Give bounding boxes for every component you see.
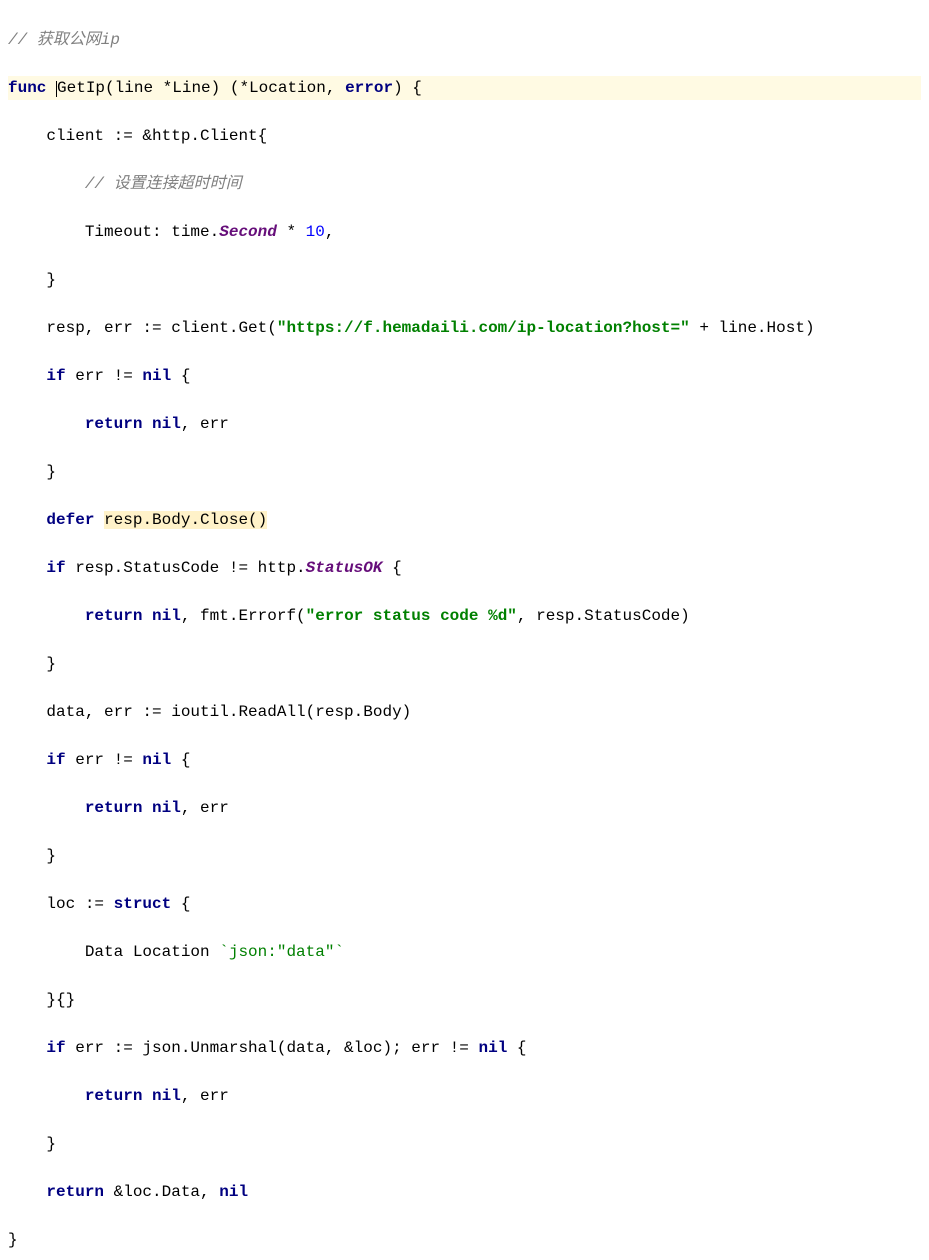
keyword-nil: nil <box>478 1039 507 1057</box>
keyword-nil: nil <box>219 1183 248 1201</box>
code-text: , fmt.Errorf( <box>181 607 306 625</box>
code-text: ) { <box>393 79 422 97</box>
code-line: defer resp.Body.Close() <box>8 508 921 532</box>
code-text: , resp.StatusCode) <box>517 607 690 625</box>
code-text: { <box>507 1039 526 1057</box>
code-text: client := &http.Client{ <box>8 127 267 145</box>
code-line: } <box>8 1132 921 1156</box>
code-line: if err != nil { <box>8 364 921 388</box>
keyword-struct: struct <box>114 895 172 913</box>
keyword-return: return <box>8 607 142 625</box>
code-text: { <box>382 559 401 577</box>
code-line: data, err := ioutil.ReadAll(resp.Body) <box>8 700 921 724</box>
code-line: if err != nil { <box>8 748 921 772</box>
keyword-func: func <box>8 79 46 97</box>
code-line: } <box>8 652 921 676</box>
keyword-if: if <box>8 367 66 385</box>
code-line: } <box>8 1228 921 1252</box>
code-text: { <box>171 895 190 913</box>
code-text: } <box>8 847 56 865</box>
code-line: return nil, err <box>8 796 921 820</box>
code-line: // 设置连接超时时间 <box>8 172 921 196</box>
code-text: err != <box>66 367 143 385</box>
code-text: } <box>8 1135 56 1153</box>
keyword-nil: nil <box>142 415 180 433</box>
code-line: } <box>8 268 921 292</box>
code-line-current: func GetIp(line *Line) (*Location, error… <box>8 76 921 100</box>
keyword-return: return <box>8 1087 142 1105</box>
keyword-nil: nil <box>142 1087 180 1105</box>
code-text: err := json.Unmarshal(data, &loc); err !… <box>66 1039 479 1057</box>
code-text: (line *Line) (*Location, <box>105 79 345 97</box>
code-line: resp, err := client.Get("https://f.hemad… <box>8 316 921 340</box>
keyword-defer: defer <box>8 511 94 529</box>
keyword-return: return <box>8 799 142 817</box>
keyword-nil: nil <box>142 607 180 625</box>
code-text: + line.Host) <box>690 319 815 337</box>
code-text: } <box>8 463 56 481</box>
code-text: &loc.Data, <box>104 1183 219 1201</box>
code-text: , err <box>181 799 229 817</box>
keyword-nil: nil <box>142 751 171 769</box>
code-text: Data Location <box>8 943 219 961</box>
code-line: loc := struct { <box>8 892 921 916</box>
code-text: } <box>8 271 56 289</box>
code-text: } <box>8 1231 18 1249</box>
code-text: * <box>277 223 306 241</box>
keyword-if: if <box>8 1039 66 1057</box>
code-text: , <box>325 223 335 241</box>
code-text: }{} <box>8 991 75 1009</box>
code-line: // 获取公网ip <box>8 28 921 52</box>
code-text: , err <box>181 415 229 433</box>
ident-second: Second <box>219 223 277 241</box>
code-text: resp, err := client.Get( <box>8 319 277 337</box>
code-line: if resp.StatusCode != http.StatusOK { <box>8 556 921 580</box>
code-text: , err <box>181 1087 229 1105</box>
code-line: Timeout: time.Second * 10, <box>8 220 921 244</box>
code-line: return &loc.Data, nil <box>8 1180 921 1204</box>
comment: // 设置连接超时时间 <box>8 175 242 193</box>
highlighted-call: resp.Body.Close() <box>104 511 267 529</box>
code-line: if err := json.Unmarshal(data, &loc); er… <box>8 1036 921 1060</box>
code-line: } <box>8 844 921 868</box>
code-text: Timeout: time. <box>8 223 219 241</box>
keyword-return: return <box>8 415 142 433</box>
code-line: } <box>8 460 921 484</box>
code-line: Data Location `json:"data"` <box>8 940 921 964</box>
keyword-return: return <box>8 1183 104 1201</box>
code-line: client := &http.Client{ <box>8 124 921 148</box>
code-line: return nil, fmt.Errorf("error status cod… <box>8 604 921 628</box>
string: "https://f.hemadaili.com/ip-location?hos… <box>277 319 690 337</box>
keyword-error: error <box>345 79 393 97</box>
keyword-if: if <box>8 559 66 577</box>
keyword-if: if <box>8 751 66 769</box>
number: 10 <box>306 223 325 241</box>
code-line: return nil, err <box>8 1084 921 1108</box>
code-text: data, err := ioutil.ReadAll(resp.Body) <box>8 703 411 721</box>
code-line: }{} <box>8 988 921 1012</box>
code-text: } <box>8 655 56 673</box>
code-text: loc := <box>8 895 114 913</box>
keyword-nil: nil <box>142 367 171 385</box>
func-name: GetIp <box>57 79 105 97</box>
code-line: return nil, err <box>8 412 921 436</box>
struct-tag: `json:"data"` <box>219 943 344 961</box>
code-text: { <box>171 751 190 769</box>
keyword-nil: nil <box>142 799 180 817</box>
code-editor[interactable]: // 获取公网ip func GetIp(line *Line) (*Locat… <box>0 0 929 1260</box>
string: "error status code %d" <box>306 607 517 625</box>
code-text: err != <box>66 751 143 769</box>
comment: // 获取公网ip <box>8 31 120 49</box>
code-text: { <box>171 367 190 385</box>
code-text: resp.StatusCode != http. <box>66 559 306 577</box>
ident-statusok: StatusOK <box>306 559 383 577</box>
